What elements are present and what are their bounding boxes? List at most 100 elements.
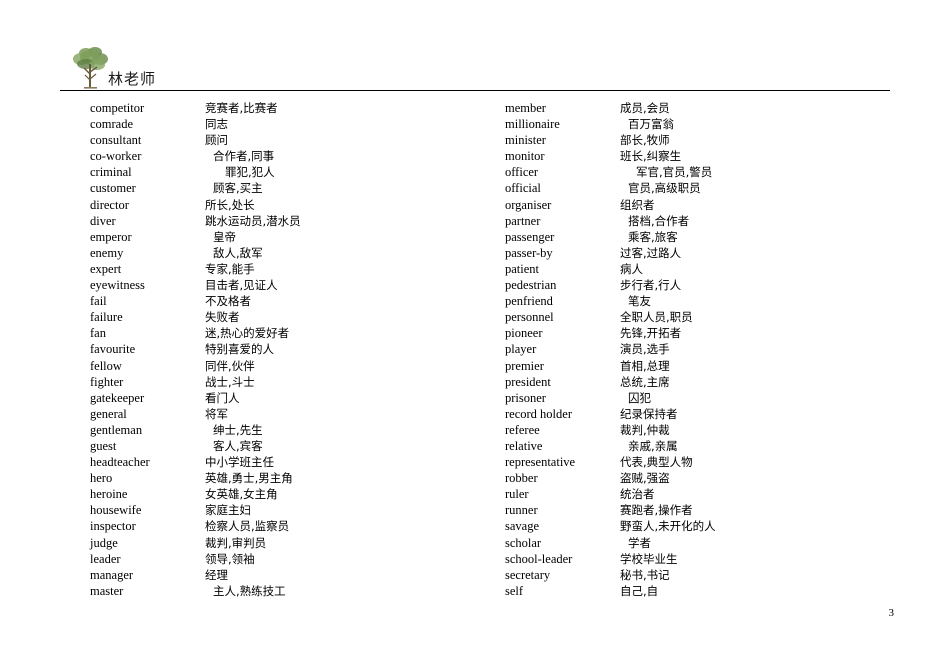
chinese-definition: 不及格者: [205, 294, 251, 309]
english-term: representative: [505, 455, 576, 470]
chinese-definition: 主人,熟练技工: [213, 583, 286, 598]
vocabulary-row: savage 野蛮人,未开化的人: [475, 518, 890, 534]
english-term: pioneer: [505, 326, 543, 341]
chinese-definition: 中小学班主任: [205, 455, 274, 470]
chinese-definition: 经理: [205, 567, 228, 582]
vocabulary-row: record holder 纪录保持者: [475, 406, 890, 422]
english-term: prisoner: [505, 390, 546, 405]
english-term: eyewitness: [90, 278, 145, 293]
chinese-definition: 部长,牧师: [620, 133, 670, 148]
vocabulary-row: millionaire 百万富翁: [475, 116, 890, 132]
chinese-definition: 将军: [205, 406, 228, 421]
english-term: hero: [90, 471, 113, 486]
english-term: expert: [90, 261, 122, 276]
english-term: manager: [90, 567, 134, 582]
chinese-definition: 百万富翁: [628, 117, 674, 132]
chinese-definition: 同志: [205, 117, 228, 132]
english-term: headteacher: [90, 455, 150, 470]
english-term: patient: [505, 261, 540, 276]
chinese-definition: 搭档,合作者: [628, 213, 690, 228]
vocabulary-row: master 主人,熟练技工: [60, 583, 475, 599]
english-term: heroine: [90, 487, 128, 502]
vocabulary-row: representative 代表,典型人物: [475, 454, 890, 470]
chinese-definition: 领导,领袖: [205, 551, 255, 566]
english-term: school-leader: [505, 551, 573, 566]
vocabulary-row: member 成员,会员: [475, 100, 890, 116]
chinese-definition: 囚犯: [628, 390, 651, 405]
chinese-definition: 绅士,先生: [213, 422, 263, 437]
english-term: passenger: [505, 229, 555, 244]
english-term: millionaire: [505, 117, 560, 132]
english-term: customer: [90, 181, 136, 196]
chinese-definition: 步行者,行人: [620, 278, 682, 293]
english-term: guest: [90, 438, 117, 453]
vocabulary-row: patient 病人: [475, 261, 890, 277]
vocabulary-row: co-worker 合作者,同事: [60, 148, 475, 164]
chinese-definition: 客人,宾客: [213, 438, 263, 453]
chinese-definition: 笔友: [628, 294, 651, 309]
vocabulary-row: referee 裁判,仲裁: [475, 422, 890, 438]
chinese-definition: 检察人员,监察员: [205, 519, 290, 534]
chinese-definition: 统治者: [620, 487, 655, 502]
vocabulary-row: failure 失败者: [60, 309, 475, 325]
english-term: minister: [505, 133, 546, 148]
vocabulary-row: gentleman 绅士,先生: [60, 422, 475, 438]
vocabulary-row: official 官员,高级职员: [475, 180, 890, 196]
english-term: self: [505, 583, 524, 598]
english-term: scholar: [505, 535, 542, 550]
chinese-definition: 演员,选手: [620, 342, 670, 357]
english-term: penfriend: [505, 294, 553, 309]
chinese-definition: 班长,纠察生: [620, 149, 682, 164]
chinese-definition: 失败者: [205, 310, 240, 325]
vocabulary-row: penfriend 笔友: [475, 293, 890, 309]
vocabulary-row: diver 跳水运动员,潜水员: [60, 213, 475, 229]
english-term: partner: [505, 213, 541, 228]
vocabulary-row: ruler 统治者: [475, 486, 890, 502]
vocabulary-row: judge 裁判,审判员: [60, 535, 475, 551]
chinese-definition: 跳水运动员,潜水员: [205, 213, 301, 228]
vocabulary-row: director 所长,处长: [60, 197, 475, 213]
vocabulary-row: eyewitness 目击者,见证人: [60, 277, 475, 293]
document-header: 林老师: [60, 44, 890, 90]
english-term: officer: [505, 165, 539, 180]
chinese-definition: 过客,过路人: [620, 245, 682, 260]
english-term: relative: [505, 438, 543, 453]
english-term: emperor: [90, 229, 132, 244]
vocabulary-row: fan 迷,热心的爱好者: [60, 325, 475, 341]
vocabulary-row: competitor 竞赛者,比赛者: [60, 100, 475, 116]
english-term: player: [505, 342, 537, 357]
vocabulary-row: self 自己,自: [475, 583, 890, 599]
chinese-definition: 顾问: [205, 133, 228, 148]
english-term: comrade: [90, 117, 134, 132]
chinese-definition: 全职人员,职员: [620, 310, 693, 325]
page-number: 3: [888, 607, 895, 619]
english-term: general: [90, 406, 127, 421]
chinese-definition: 裁判,审判员: [205, 535, 267, 550]
vocabulary-row: heroine 女英雄,女主角: [60, 486, 475, 502]
vocabulary-row: fighter 战士,斗士: [60, 374, 475, 390]
vocabulary-row: passer-by 过客,过路人: [475, 245, 890, 261]
english-term: gentleman: [90, 422, 143, 437]
vocabulary-row: general 将军: [60, 406, 475, 422]
vocabulary-row: customer 顾客,买主: [60, 180, 475, 196]
vocabulary-row: gatekeeper 看门人: [60, 390, 475, 406]
english-term: diver: [90, 213, 116, 228]
vocabulary-row: emperor 皇帝: [60, 229, 475, 245]
english-term: failure: [90, 310, 123, 325]
english-term: monitor: [505, 149, 545, 164]
vocabulary-row: runner 赛跑者,操作者: [475, 502, 890, 518]
chinese-definition: 合作者,同事: [213, 149, 275, 164]
english-term: fighter: [90, 374, 124, 389]
chinese-definition: 顾客,买主: [213, 181, 263, 196]
english-term: gatekeeper: [90, 390, 145, 405]
vocabulary-row: expert 专家,能手: [60, 261, 475, 277]
vocabulary-row: manager 经理: [60, 567, 475, 583]
vocabulary-row: partner 搭档,合作者: [475, 213, 890, 229]
english-term: ruler: [505, 487, 529, 502]
vocabulary-row: headteacher 中小学班主任: [60, 454, 475, 470]
vocabulary-row: officer 军官,官员,警员: [475, 164, 890, 180]
english-term: inspector: [90, 519, 136, 534]
chinese-definition: 敌人,敌军: [213, 245, 263, 260]
chinese-definition: 迷,热心的爱好者: [205, 326, 290, 341]
vocabulary-row: hero 英雄,勇士,男主角: [60, 470, 475, 486]
